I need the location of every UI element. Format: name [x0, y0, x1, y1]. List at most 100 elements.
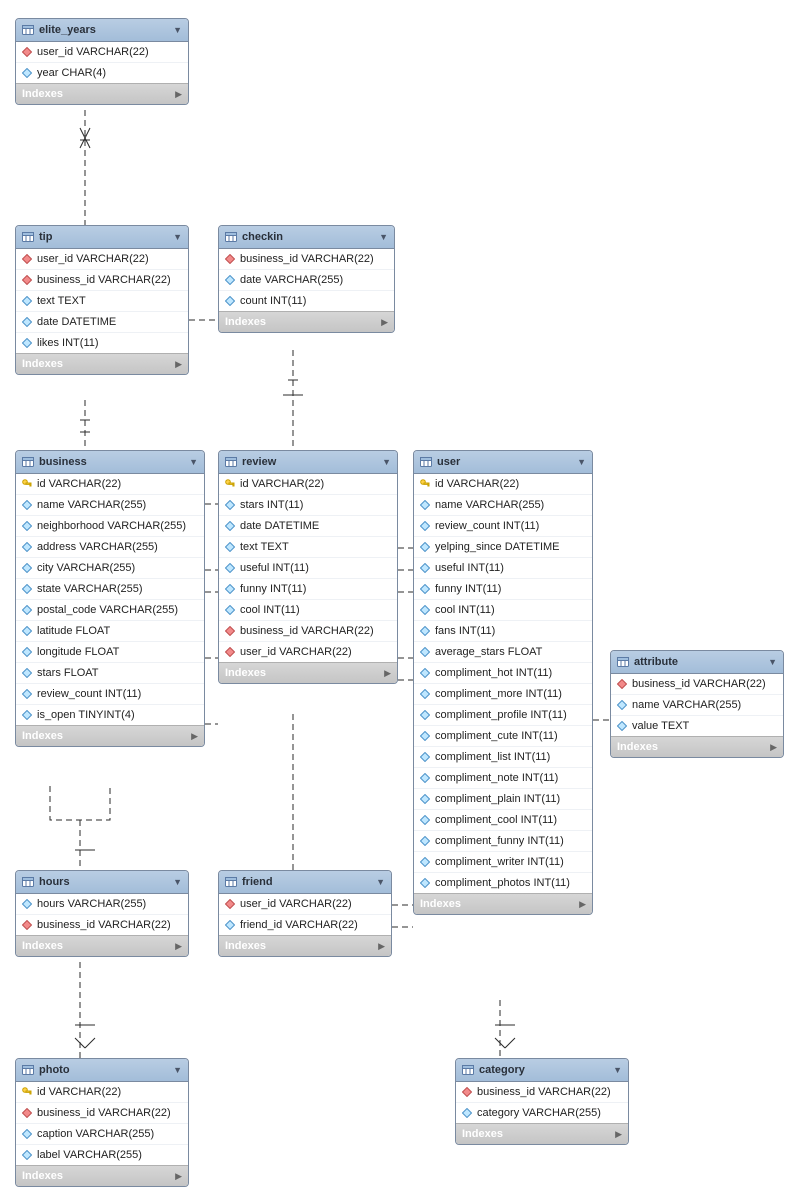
expand-caret-icon[interactable]: ▶ — [384, 668, 391, 679]
column-row[interactable]: cool INT(11) — [414, 600, 592, 621]
column-row[interactable]: user_id VARCHAR(22) — [219, 894, 391, 915]
entity-title-bar[interactable]: business▼ — [16, 451, 204, 474]
indexes-bar[interactable]: Indexes▶ — [219, 935, 391, 956]
collapse-caret-icon[interactable]: ▼ — [173, 232, 182, 242]
collapse-caret-icon[interactable]: ▼ — [379, 232, 388, 242]
column-row[interactable]: name VARCHAR(255) — [414, 495, 592, 516]
collapse-caret-icon[interactable]: ▼ — [768, 657, 777, 667]
column-row[interactable]: user_id VARCHAR(22) — [16, 42, 188, 63]
collapse-caret-icon[interactable]: ▼ — [173, 1065, 182, 1075]
column-row[interactable]: id VARCHAR(22) — [414, 474, 592, 495]
column-row[interactable]: value TEXT — [611, 716, 783, 736]
column-row[interactable]: name VARCHAR(255) — [16, 495, 204, 516]
column-row[interactable]: fans INT(11) — [414, 621, 592, 642]
column-row[interactable]: label VARCHAR(255) — [16, 1145, 188, 1165]
column-row[interactable]: id VARCHAR(22) — [16, 474, 204, 495]
entity-photo[interactable]: photo▼id VARCHAR(22)business_id VARCHAR(… — [15, 1058, 189, 1187]
column-row[interactable]: state VARCHAR(255) — [16, 579, 204, 600]
column-row[interactable]: longitude FLOAT — [16, 642, 204, 663]
column-row[interactable]: business_id VARCHAR(22) — [219, 621, 397, 642]
entity-business[interactable]: business▼id VARCHAR(22)name VARCHAR(255)… — [15, 450, 205, 747]
column-row[interactable]: caption VARCHAR(255) — [16, 1124, 188, 1145]
column-row[interactable]: review_count INT(11) — [16, 684, 204, 705]
column-row[interactable]: date VARCHAR(255) — [219, 270, 394, 291]
column-row[interactable]: compliment_cute INT(11) — [414, 726, 592, 747]
column-row[interactable]: cool INT(11) — [219, 600, 397, 621]
indexes-bar[interactable]: Indexes▶ — [16, 935, 188, 956]
column-row[interactable]: business_id VARCHAR(22) — [16, 915, 188, 935]
entity-title-bar[interactable]: tip▼ — [16, 226, 188, 249]
entity-attribute[interactable]: attribute▼business_id VARCHAR(22)name VA… — [610, 650, 784, 758]
expand-caret-icon[interactable]: ▶ — [579, 899, 586, 910]
column-row[interactable]: compliment_plain INT(11) — [414, 789, 592, 810]
indexes-bar[interactable]: Indexes▶ — [456, 1123, 628, 1144]
expand-caret-icon[interactable]: ▶ — [175, 89, 182, 100]
column-row[interactable]: neighborhood VARCHAR(255) — [16, 516, 204, 537]
entity-title-bar[interactable]: friend▼ — [219, 871, 391, 894]
entity-category[interactable]: category▼business_id VARCHAR(22)category… — [455, 1058, 629, 1145]
entity-title-bar[interactable]: photo▼ — [16, 1059, 188, 1082]
indexes-bar[interactable]: Indexes▶ — [16, 1165, 188, 1186]
column-row[interactable]: hours VARCHAR(255) — [16, 894, 188, 915]
column-row[interactable]: yelping_since DATETIME — [414, 537, 592, 558]
indexes-bar[interactable]: Indexes▶ — [414, 893, 592, 914]
column-row[interactable]: likes INT(11) — [16, 333, 188, 353]
collapse-caret-icon[interactable]: ▼ — [577, 457, 586, 467]
expand-caret-icon[interactable]: ▶ — [175, 1171, 182, 1182]
column-row[interactable]: compliment_writer INT(11) — [414, 852, 592, 873]
entity-review[interactable]: review▼id VARCHAR(22)stars INT(11)date D… — [218, 450, 398, 684]
column-row[interactable]: business_id VARCHAR(22) — [16, 1103, 188, 1124]
column-row[interactable]: latitude FLOAT — [16, 621, 204, 642]
column-row[interactable]: useful INT(11) — [219, 558, 397, 579]
column-row[interactable]: address VARCHAR(255) — [16, 537, 204, 558]
entity-hours[interactable]: hours▼hours VARCHAR(255)business_id VARC… — [15, 870, 189, 957]
column-row[interactable]: user_id VARCHAR(22) — [16, 249, 188, 270]
column-row[interactable]: stars FLOAT — [16, 663, 204, 684]
column-row[interactable]: postal_code VARCHAR(255) — [16, 600, 204, 621]
column-row[interactable]: compliment_cool INT(11) — [414, 810, 592, 831]
column-row[interactable]: compliment_hot INT(11) — [414, 663, 592, 684]
column-row[interactable]: count INT(11) — [219, 291, 394, 311]
column-row[interactable]: is_open TINYINT(4) — [16, 705, 204, 725]
column-row[interactable]: year CHAR(4) — [16, 63, 188, 83]
collapse-caret-icon[interactable]: ▼ — [613, 1065, 622, 1075]
expand-caret-icon[interactable]: ▶ — [381, 317, 388, 328]
column-row[interactable]: average_stars FLOAT — [414, 642, 592, 663]
indexes-bar[interactable]: Indexes▶ — [16, 353, 188, 374]
entity-friend[interactable]: friend▼user_id VARCHAR(22)friend_id VARC… — [218, 870, 392, 957]
entity-title-bar[interactable]: hours▼ — [16, 871, 188, 894]
entity-tip[interactable]: tip▼user_id VARCHAR(22)business_id VARCH… — [15, 225, 189, 375]
collapse-caret-icon[interactable]: ▼ — [376, 877, 385, 887]
expand-caret-icon[interactable]: ▶ — [615, 1129, 622, 1140]
expand-caret-icon[interactable]: ▶ — [175, 359, 182, 370]
column-row[interactable]: compliment_profile INT(11) — [414, 705, 592, 726]
indexes-bar[interactable]: Indexes▶ — [219, 662, 397, 683]
column-row[interactable]: compliment_funny INT(11) — [414, 831, 592, 852]
column-row[interactable]: useful INT(11) — [414, 558, 592, 579]
indexes-bar[interactable]: Indexes▶ — [219, 311, 394, 332]
entity-checkin[interactable]: checkin▼business_id VARCHAR(22)date VARC… — [218, 225, 395, 333]
column-row[interactable]: date DATETIME — [219, 516, 397, 537]
column-row[interactable]: compliment_more INT(11) — [414, 684, 592, 705]
column-row[interactable]: city VARCHAR(255) — [16, 558, 204, 579]
column-row[interactable]: friend_id VARCHAR(22) — [219, 915, 391, 935]
column-row[interactable]: business_id VARCHAR(22) — [456, 1082, 628, 1103]
column-row[interactable]: name VARCHAR(255) — [611, 695, 783, 716]
indexes-bar[interactable]: Indexes▶ — [16, 83, 188, 104]
entity-title-bar[interactable]: category▼ — [456, 1059, 628, 1082]
column-row[interactable]: user_id VARCHAR(22) — [219, 642, 397, 662]
column-row[interactable]: date DATETIME — [16, 312, 188, 333]
column-row[interactable]: text TEXT — [16, 291, 188, 312]
column-row[interactable]: compliment_note INT(11) — [414, 768, 592, 789]
expand-caret-icon[interactable]: ▶ — [770, 742, 777, 753]
collapse-caret-icon[interactable]: ▼ — [189, 457, 198, 467]
column-row[interactable]: id VARCHAR(22) — [219, 474, 397, 495]
column-row[interactable]: business_id VARCHAR(22) — [611, 674, 783, 695]
expand-caret-icon[interactable]: ▶ — [378, 941, 385, 952]
column-row[interactable]: stars INT(11) — [219, 495, 397, 516]
column-row[interactable]: text TEXT — [219, 537, 397, 558]
column-row[interactable]: category VARCHAR(255) — [456, 1103, 628, 1123]
entity-title-bar[interactable]: user▼ — [414, 451, 592, 474]
column-row[interactable]: funny INT(11) — [219, 579, 397, 600]
entity-title-bar[interactable]: attribute▼ — [611, 651, 783, 674]
